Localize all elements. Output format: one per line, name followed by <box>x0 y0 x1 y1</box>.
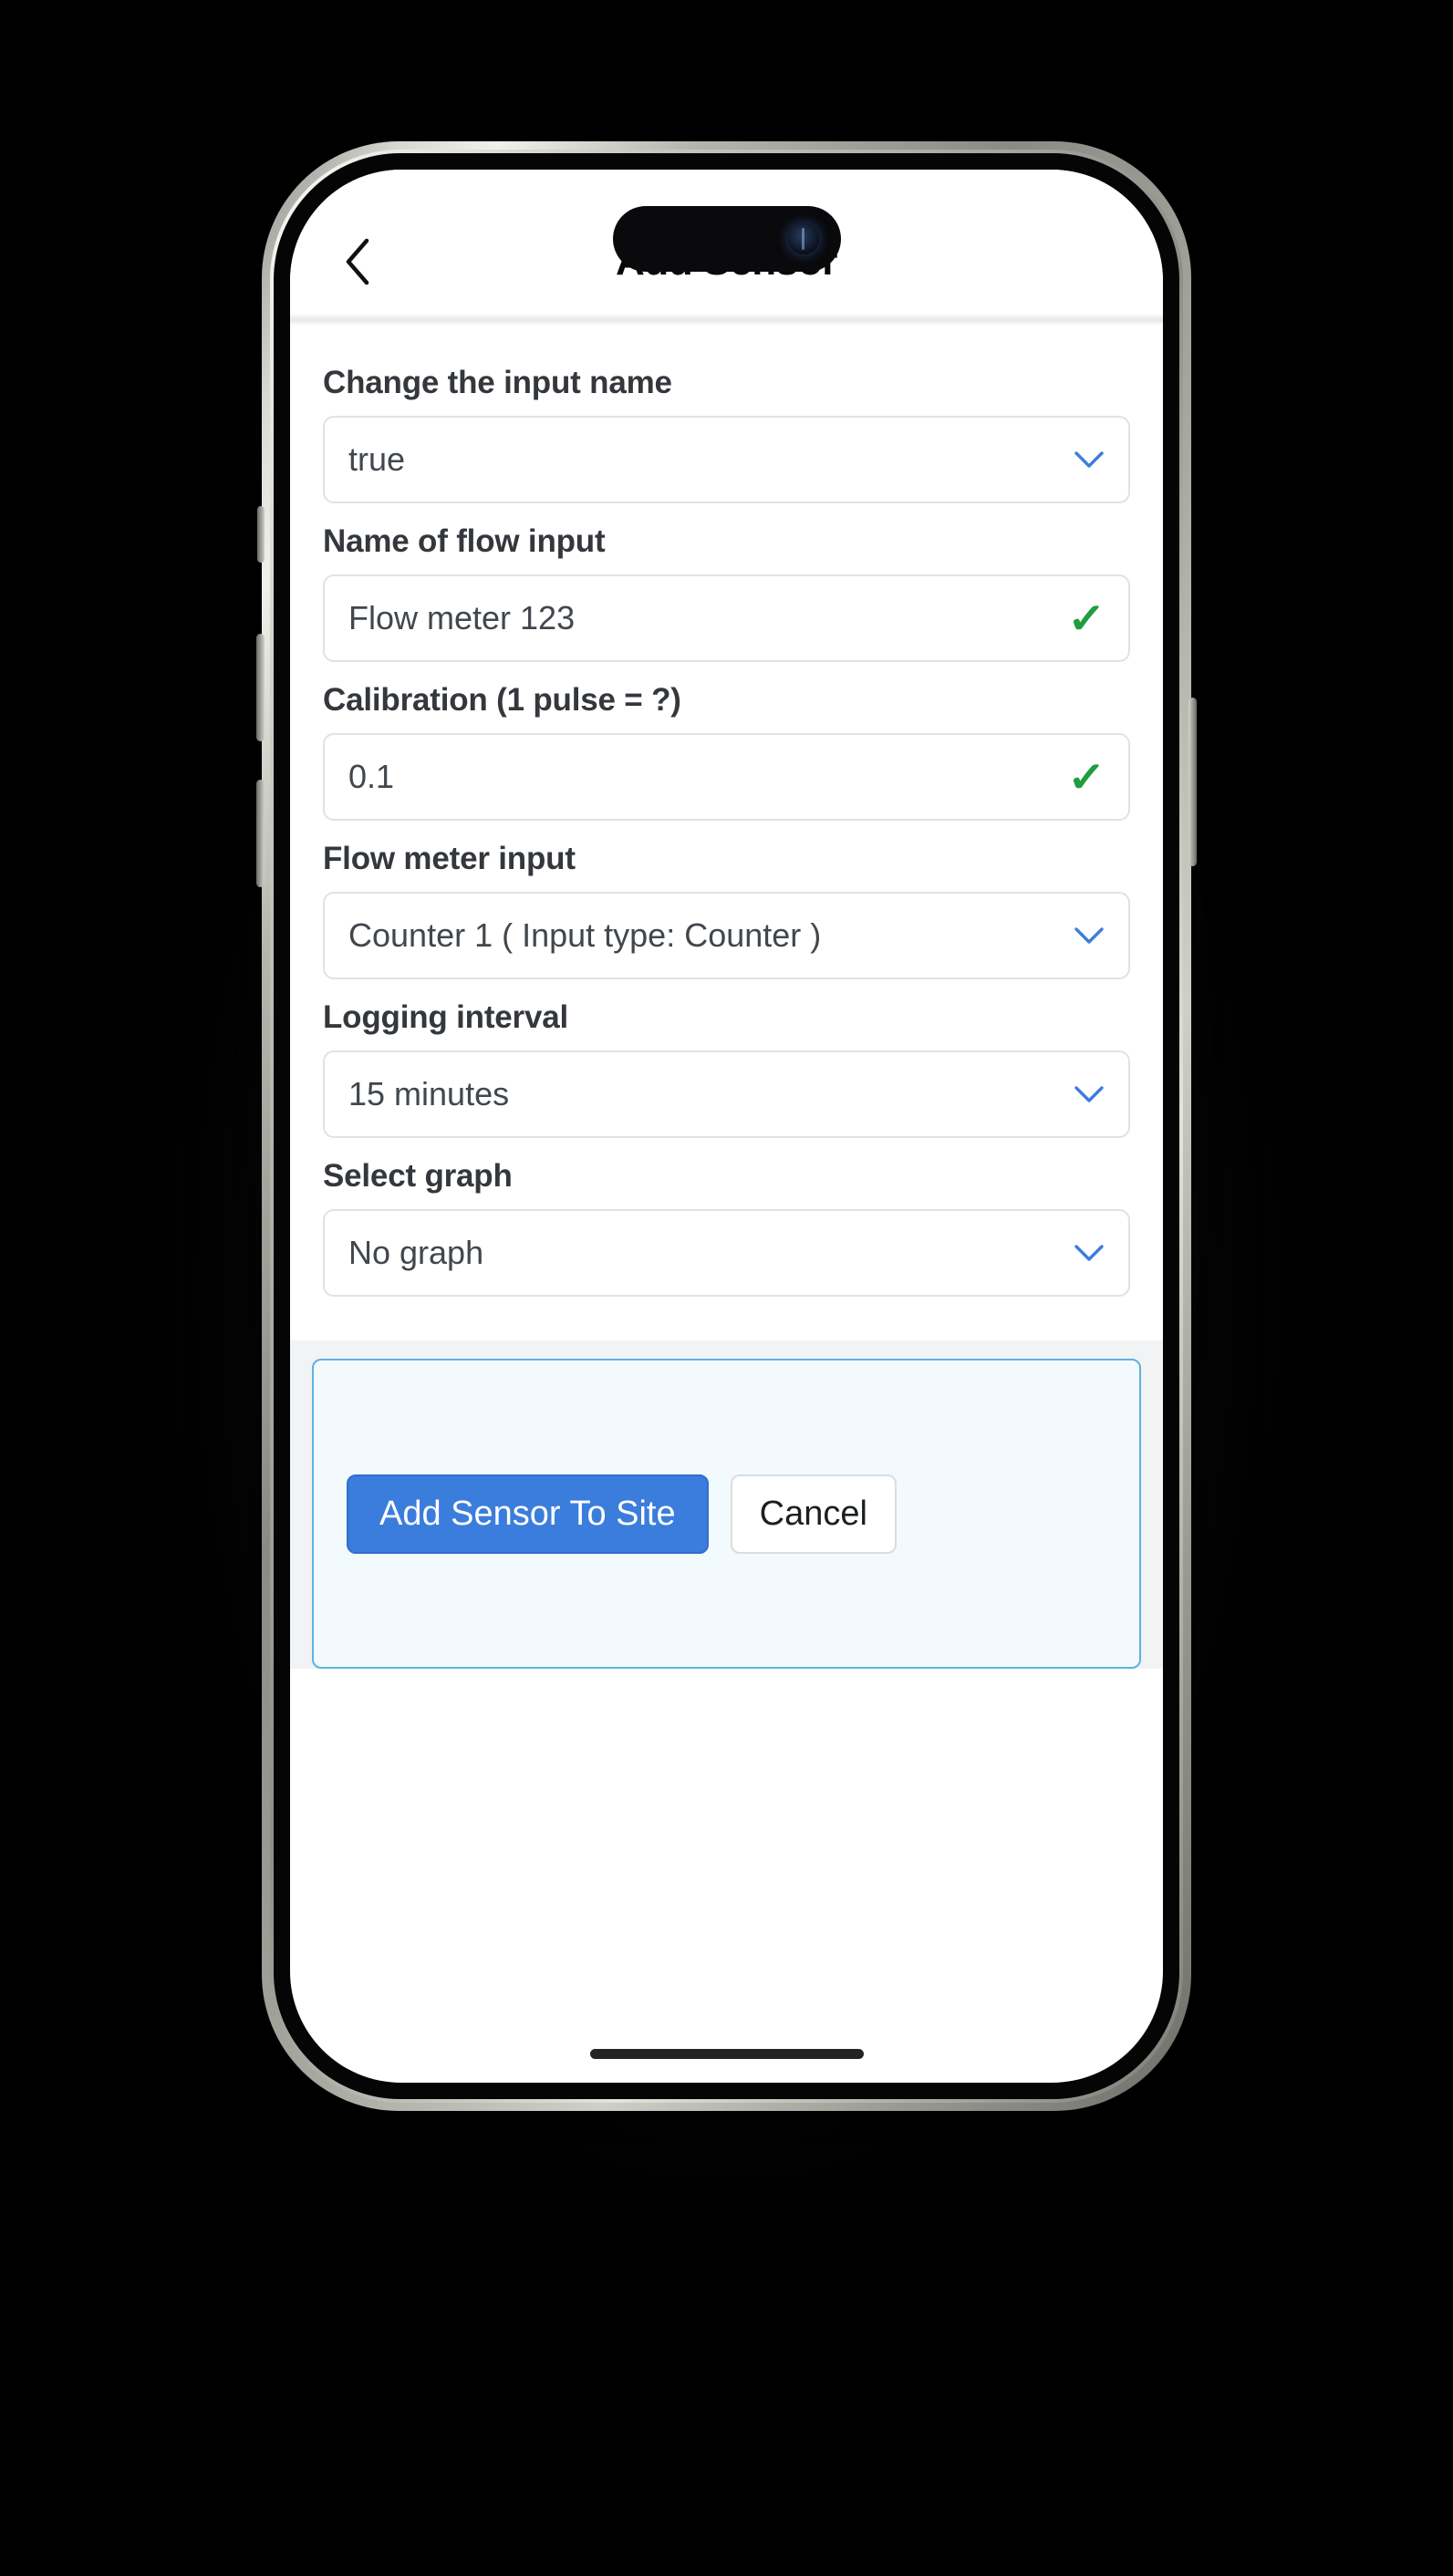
add-sensor-to-site-button[interactable]: Add Sensor To Site <box>347 1474 709 1554</box>
text-input-value: 0.1 <box>348 758 395 795</box>
front-camera-icon <box>787 223 819 254</box>
field-label: Calibration (1 pulse = ?) <box>323 682 681 718</box>
chevron-down-icon <box>1074 1237 1105 1268</box>
field-calibration: Calibration (1 pulse = ?) 0.1 ✓ <box>323 682 1130 821</box>
sensor-form: Change the input name true Name of flow … <box>290 325 1163 1340</box>
field-flow-input-name: Name of flow input Flow meter 123 ✓ <box>323 523 1130 662</box>
check-icon: ✓ <box>1067 595 1106 642</box>
footer-region: Add Sensor To Site Cancel <box>290 1340 1163 1669</box>
check-icon: ✓ <box>1067 753 1106 801</box>
text-input-value: Flow meter 123 <box>348 599 576 636</box>
bottom-safe-area <box>290 1669 1163 1778</box>
action-panel: Add Sensor To Site Cancel <box>312 1359 1141 1669</box>
header-divider <box>290 314 1163 325</box>
home-indicator[interactable] <box>589 2049 864 2059</box>
field-label: Change the input name <box>323 365 672 400</box>
field-logging-interval: Logging interval 15 minutes <box>323 999 1130 1138</box>
phone-bezel: Add Sensor Change the input name true <box>274 153 1179 2099</box>
field-label: Name of flow input <box>323 523 606 559</box>
flow-meter-input-select[interactable]: Counter 1 ( Input type: Counter ) <box>323 892 1130 979</box>
chevron-down-icon <box>1074 920 1105 951</box>
dynamic-island <box>612 206 841 272</box>
field-change-input-name: Change the input name true <box>323 365 1130 503</box>
phone-device: Add Sensor Change the input name true <box>256 141 1197 2111</box>
flow-input-name-field[interactable]: Flow meter 123 ✓ <box>323 574 1130 662</box>
logging-interval-select[interactable]: 15 minutes <box>323 1050 1130 1138</box>
select-value: 15 minutes <box>348 1075 510 1112</box>
volume-down-button[interactable] <box>256 780 265 887</box>
phone-inner-rim: Add Sensor Change the input name true <box>270 150 1183 2103</box>
select-value: Counter 1 ( Input type: Counter ) <box>348 916 822 954</box>
power-button[interactable] <box>1188 698 1197 866</box>
field-flow-meter-input: Flow meter input Counter 1 ( Input type:… <box>323 841 1130 979</box>
select-graph-select[interactable]: No graph <box>323 1209 1130 1297</box>
input-name-select[interactable]: true <box>323 416 1130 503</box>
field-label: Select graph <box>323 1158 513 1194</box>
field-select-graph: Select graph No graph <box>323 1158 1130 1297</box>
phone-screen: Add Sensor Change the input name true <box>290 170 1163 2083</box>
mute-switch-button[interactable] <box>257 506 265 563</box>
cancel-button[interactable]: Cancel <box>730 1474 897 1554</box>
field-label: Logging interval <box>323 999 569 1035</box>
field-label: Flow meter input <box>323 841 576 876</box>
chevron-down-icon <box>1074 444 1105 475</box>
calibration-field[interactable]: 0.1 ✓ <box>323 733 1130 821</box>
chevron-down-icon <box>1074 1079 1105 1110</box>
volume-up-button[interactable] <box>256 634 265 741</box>
select-value: No graph <box>348 1234 484 1271</box>
select-value: true <box>348 440 406 478</box>
